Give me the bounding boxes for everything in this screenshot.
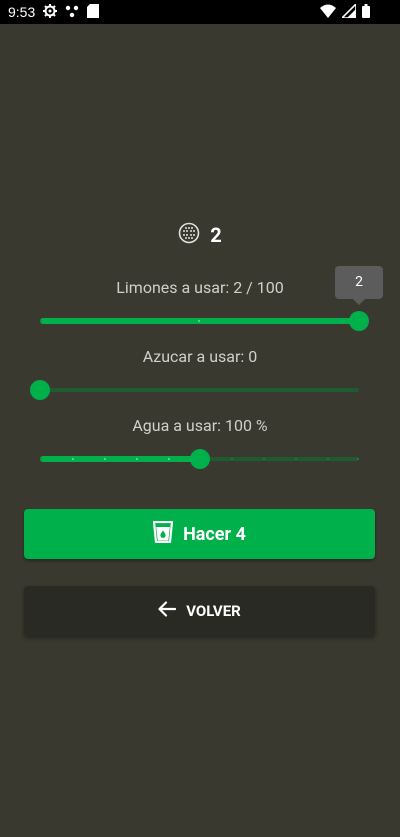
water-slider-tick — [295, 458, 297, 460]
sugar-slider[interactable] — [30, 378, 359, 402]
water-slider-fill — [40, 456, 200, 462]
sim-card-icon — [87, 4, 99, 18]
battery-icon — [362, 4, 370, 18]
lemons-label-text: Limones a usar: 2 / 100 — [116, 278, 284, 297]
counter-value: 2 — [210, 223, 222, 247]
sugar-label: Azucar a usar: 0 — [0, 347, 400, 366]
water-slider-tick — [104, 458, 106, 460]
screen: 9:53 2 Limones a usar: 2 / 100 2 Azucar … — [0, 0, 400, 837]
water-slider[interactable] — [40, 447, 359, 471]
sphere-grid-icon — [178, 222, 200, 248]
water-slider-thumb[interactable] — [190, 449, 210, 469]
arrow-left-icon — [158, 601, 177, 621]
water-label-text: Agua a usar: 100 % — [132, 416, 268, 435]
water-slider-tick — [40, 458, 42, 460]
lemons-slider-tick — [198, 320, 200, 322]
wifi-icon — [320, 4, 336, 18]
sugar-slider-thumb[interactable] — [30, 380, 50, 400]
water-slider-tick — [136, 458, 138, 460]
counter-row: 2 — [0, 222, 400, 248]
settings-icon — [43, 4, 57, 18]
lemons-slider-thumb[interactable] — [349, 311, 369, 331]
status-right-icons — [320, 4, 370, 18]
dots-icon — [65, 4, 79, 18]
signal-icon — [342, 4, 356, 18]
water-slider-tick — [72, 458, 74, 460]
lemons-tooltip-text: 2 — [355, 274, 363, 290]
sugar-label-text: Azucar a usar: 0 — [142, 347, 258, 366]
water-slider-tick — [263, 458, 265, 460]
sugar-slider-track — [40, 388, 359, 392]
water-label: Agua a usar: 100 % — [0, 416, 400, 435]
back-button[interactable]: VOLVER — [24, 586, 375, 636]
status-bar: 9:53 — [0, 0, 400, 24]
water-slider-tick — [168, 458, 170, 460]
water-slider-tick — [357, 458, 359, 460]
status-time: 9:53 — [8, 4, 36, 20]
lemons-slider-tick — [40, 320, 42, 322]
lemons-slider[interactable] — [40, 309, 369, 333]
status-left-icons — [43, 4, 99, 18]
cup-icon — [152, 520, 174, 548]
make-button[interactable]: Hacer 4 — [24, 509, 375, 559]
water-slider-tick — [231, 458, 233, 460]
water-slider-tick — [327, 458, 329, 460]
lemons-value-tooltip: 2 — [335, 266, 383, 305]
back-button-label: VOLVER — [186, 602, 241, 620]
make-button-label: Hacer 4 — [183, 523, 246, 545]
